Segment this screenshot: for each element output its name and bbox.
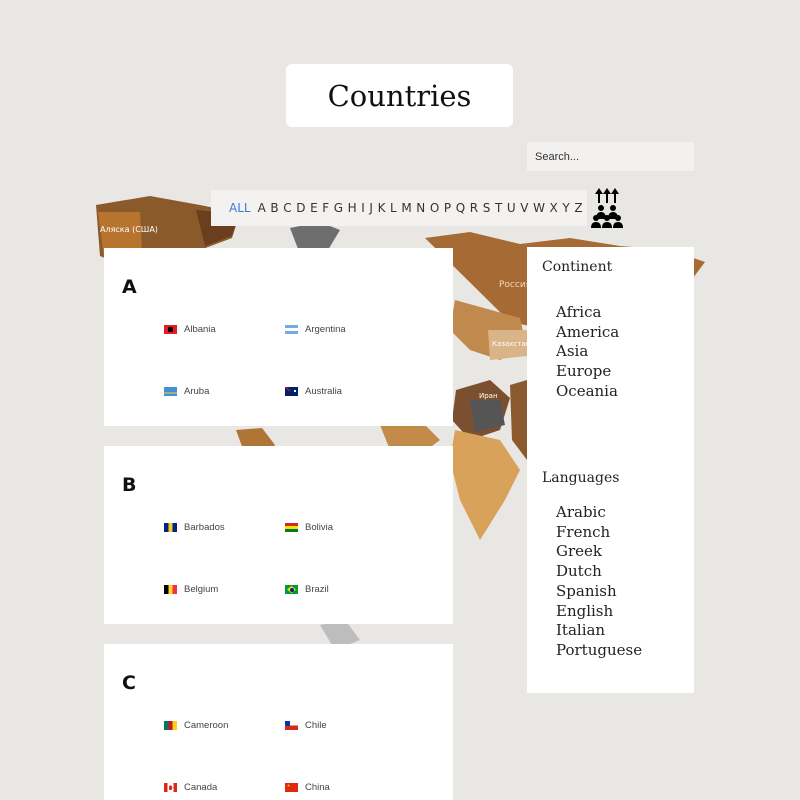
country-item[interactable]: Cameroon: [164, 720, 228, 731]
letter-filter-t[interactable]: T: [495, 201, 502, 215]
chile-flag-icon: [285, 721, 298, 730]
country-item[interactable]: Bolivia: [285, 522, 333, 533]
cameroon-flag-icon: [164, 721, 177, 730]
continent-heading: Continent: [542, 259, 613, 275]
country-name: Bolivia: [305, 522, 333, 533]
country-item[interactable]: Chile: [285, 720, 327, 731]
letter-filter-all[interactable]: ALL: [229, 201, 251, 215]
map-label-usa: Аляска (США): [100, 225, 158, 234]
letter-filter-l[interactable]: L: [390, 201, 397, 215]
country-item[interactable]: Australia: [285, 386, 342, 397]
letter-filter-r[interactable]: R: [470, 201, 478, 215]
country-name: China: [305, 782, 330, 793]
letter-filter-y[interactable]: Y: [562, 201, 569, 215]
albania-flag-icon: [164, 325, 177, 334]
letter-filter-a[interactable]: A: [258, 201, 266, 215]
letter-filter-d[interactable]: D: [296, 201, 305, 215]
letter-filter-i[interactable]: I: [361, 201, 365, 215]
continent-filter-america[interactable]: America: [556, 323, 619, 343]
continent-filter-oceania[interactable]: Oceania: [556, 382, 619, 402]
country-name: Brazil: [305, 584, 329, 595]
language-filter-french[interactable]: French: [556, 523, 642, 543]
letter-filter-z[interactable]: Z: [574, 201, 582, 215]
letter-filter-x[interactable]: X: [550, 201, 558, 215]
country-item[interactable]: Argentina: [285, 324, 346, 335]
search-input[interactable]: [527, 142, 694, 171]
page-title: Countries: [327, 78, 472, 113]
letter-section-b: B Barbados Bolivia Belgium Brazil: [104, 446, 453, 624]
country-name: Canada: [184, 782, 218, 793]
country-item[interactable]: Brazil: [285, 584, 329, 595]
letter-filter-w[interactable]: W: [533, 201, 545, 215]
australia-flag-icon: [285, 387, 298, 396]
language-filter-dutch[interactable]: Dutch: [556, 562, 642, 582]
letter-filter-u[interactable]: U: [507, 201, 516, 215]
section-letter: C: [122, 672, 136, 694]
map-label-iran: Иран: [479, 392, 498, 400]
section-letter: B: [122, 474, 137, 496]
letter-filter-m[interactable]: M: [401, 201, 411, 215]
continent-filter-asia[interactable]: Asia: [556, 342, 619, 362]
country-item[interactable]: Canada: [164, 782, 217, 793]
letter-section-a: A Albania Argentina Aruba Australia: [104, 248, 453, 426]
brazil-flag-icon: [285, 585, 298, 594]
country-name: Chile: [305, 720, 327, 731]
letter-filter-g[interactable]: G: [334, 201, 343, 215]
letter-filter-b[interactable]: B: [270, 201, 278, 215]
country-item[interactable]: Belgium: [164, 584, 218, 595]
country-name: Belgium: [184, 584, 219, 595]
sort-by-population-icon[interactable]: [590, 187, 624, 229]
bolivia-flag-icon: [285, 523, 298, 532]
languages-list: Arabic French Greek Dutch Spanish English Ital…: [556, 503, 642, 661]
filter-panel: Continent Africa America Asia Europe Oceania…: [527, 247, 694, 693]
letter-filter-f[interactable]: F: [322, 201, 329, 215]
continent-filter-africa[interactable]: Africa: [556, 303, 619, 323]
continent-filter-europe[interactable]: Europe: [556, 362, 619, 382]
barbados-flag-icon: [164, 523, 177, 532]
country-name: Argentina: [305, 324, 346, 335]
letter-filter-n[interactable]: N: [416, 201, 425, 215]
letter-section-c: C Cameroon Chile Canada China: [104, 644, 453, 800]
map-label-kazakhstan: Казахстан: [492, 340, 530, 348]
country-item[interactable]: Aruba: [164, 386, 209, 397]
letter-filter-v[interactable]: V: [520, 201, 528, 215]
alphabet-filter-bar: ALL A B C D E F G H I J K L M N O P Q R S T U V W X Y Z: [211, 190, 587, 226]
letter-filter-k[interactable]: K: [378, 201, 386, 215]
letter-filter-j[interactable]: J: [369, 201, 373, 215]
country-name: Aruba: [184, 386, 210, 397]
canada-flag-icon: [164, 783, 177, 792]
country-item[interactable]: Albania: [164, 324, 216, 335]
letter-filter-c[interactable]: C: [283, 201, 291, 215]
title-box: Countries: [286, 64, 513, 127]
letter-filter-q[interactable]: Q: [456, 201, 465, 215]
country-name: Albania: [184, 324, 216, 335]
country-name: Cameroon: [184, 720, 229, 731]
belgium-flag-icon: [164, 585, 177, 594]
letter-filter-o[interactable]: O: [430, 201, 439, 215]
continent-list: Africa America Asia Europe Oceania: [556, 303, 619, 402]
languages-heading: Languages: [542, 470, 620, 486]
language-filter-italian[interactable]: Italian: [556, 621, 642, 641]
language-filter-spanish[interactable]: Spanish: [556, 582, 642, 602]
letter-filter-e[interactable]: E: [310, 201, 318, 215]
letter-filter-p[interactable]: P: [444, 201, 451, 215]
country-item[interactable]: China: [285, 782, 330, 793]
language-filter-arabic[interactable]: Arabic: [556, 503, 642, 523]
aruba-flag-icon: [164, 387, 177, 396]
country-item[interactable]: Barbados: [164, 522, 225, 533]
country-name: Australia: [305, 386, 342, 397]
language-filter-portuguese[interactable]: Portuguese: [556, 641, 642, 661]
section-letter: A: [122, 276, 137, 298]
language-filter-greek[interactable]: Greek: [556, 542, 642, 562]
china-flag-icon: [285, 783, 298, 792]
argentina-flag-icon: [285, 325, 298, 334]
language-filter-english[interactable]: English: [556, 602, 642, 622]
country-name: Barbados: [184, 522, 225, 533]
letter-filter-s[interactable]: S: [483, 201, 491, 215]
letter-filter-h[interactable]: H: [348, 201, 357, 215]
